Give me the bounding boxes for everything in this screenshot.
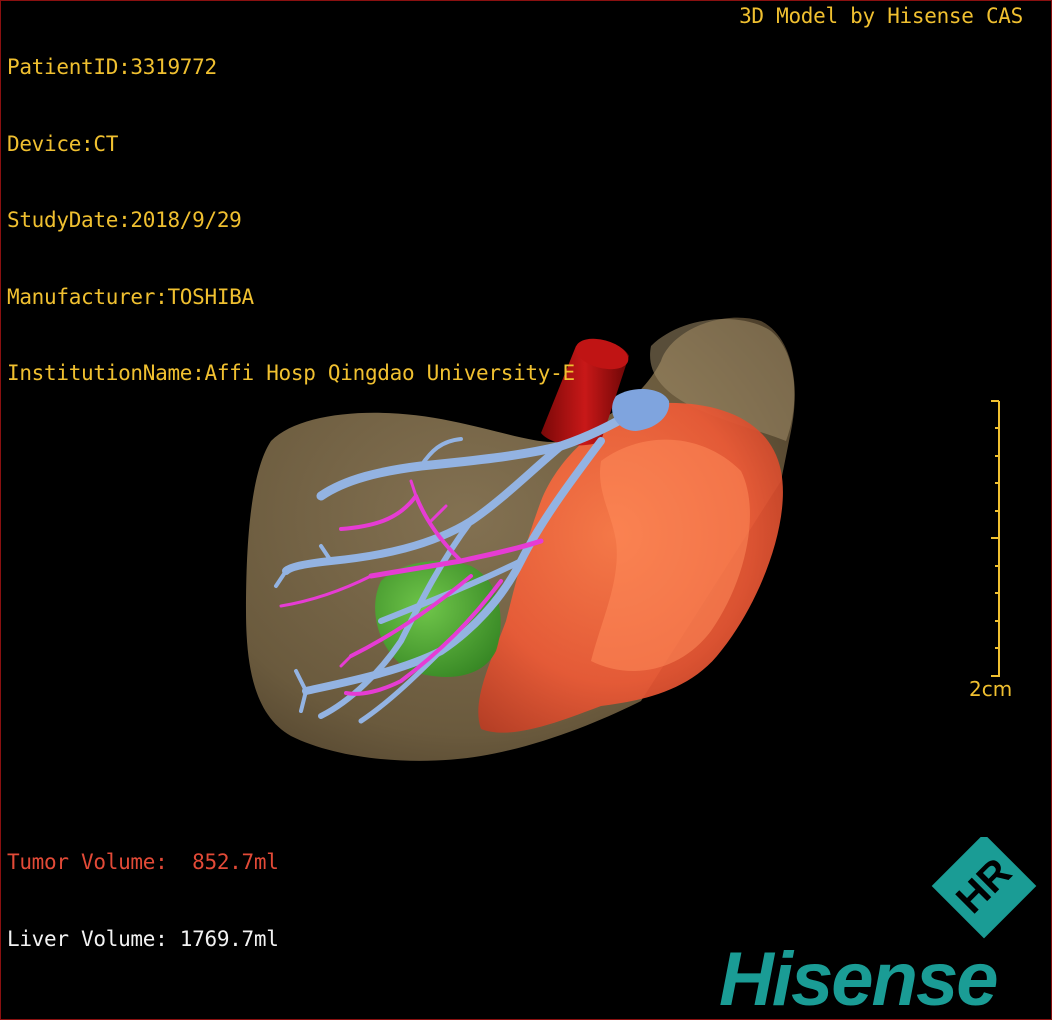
hr-emblem-icon: HR bbox=[931, 837, 1037, 939]
institution-name: InstitutionName:Affi Hosp Qingdao Univer… bbox=[7, 361, 575, 385]
patient-id: PatientID:3319772 bbox=[7, 55, 217, 79]
model-credit: 3D Model by Hisense CAS bbox=[739, 4, 1023, 28]
scale-bar-label: 2cm bbox=[969, 677, 1013, 701]
patient-info-overlay: PatientID:3319772 Device:CT StudyDate:20… bbox=[7, 4, 575, 438]
study-date: StudyDate:2018/9/29 bbox=[7, 208, 242, 232]
liver-volume: Liver Volume: 1769.7ml bbox=[7, 926, 279, 951]
ct-3d-viewport[interactable]: PatientID:3319772 Device:CT StudyDate:20… bbox=[0, 0, 1052, 1020]
tumor-volume: Tumor Volume: 852.7ml bbox=[7, 850, 279, 874]
hisense-logo: HR Hisense bbox=[719, 837, 1037, 1017]
scale-bar bbox=[991, 400, 1000, 677]
device: Device:CT bbox=[7, 131, 119, 156]
volume-readout: Tumor Volume: 852.7ml Liver Volume: 1769… bbox=[7, 799, 279, 1003]
manufacturer: Manufacturer:TOSHIBA bbox=[7, 284, 254, 309]
brand-wordmark: Hisense bbox=[719, 937, 997, 1017]
